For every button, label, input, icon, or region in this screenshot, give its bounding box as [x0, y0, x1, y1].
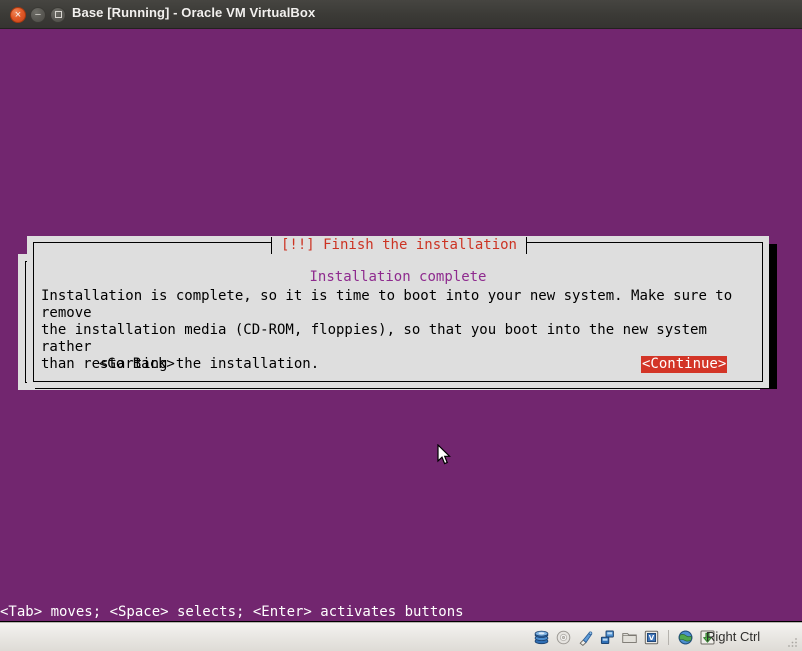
guest-screen[interactable]: [!!] Finish the installation Installatio…	[0, 29, 802, 622]
host-key-label: Right Ctrl	[706, 629, 761, 644]
hard-disk-icon[interactable]	[533, 629, 550, 646]
keyboard-hint-line: <Tab> moves; <Space> selects; <Enter> ac…	[0, 604, 464, 620]
dialog-heading: Installation complete	[309, 269, 487, 285]
display-icon[interactable]: V	[643, 629, 660, 646]
svg-text:V: V	[649, 634, 655, 642]
continue-button[interactable]: <Continue>	[641, 356, 728, 373]
cd-dvd-icon[interactable]	[555, 629, 572, 646]
go-back-button[interactable]: <Go Back>	[99, 356, 175, 373]
maximize-icon	[54, 10, 62, 18]
maximize-button[interactable]	[50, 7, 66, 23]
network-icon[interactable]	[599, 629, 616, 646]
shared-folders-icon[interactable]	[621, 629, 638, 646]
close-button[interactable]: ×	[10, 7, 26, 23]
dialog-title: [!!] Finish the installation	[270, 237, 527, 254]
usb-icon[interactable]	[577, 629, 594, 646]
mouse-cursor-icon	[437, 444, 451, 465]
virtualbox-window: × − Base [Running] - Oracle VM VirtualBo…	[0, 0, 802, 651]
resize-grip[interactable]	[787, 637, 798, 648]
status-icon-group: V	[533, 627, 716, 648]
minimize-button[interactable]: −	[30, 7, 46, 23]
dialog-title-bar: [!!] Finish the installation	[34, 234, 764, 254]
remote-desktop-icon[interactable]	[677, 629, 694, 646]
window-title: Base [Running] - Oracle VM VirtualBox	[72, 5, 316, 20]
window-titlebar: × − Base [Running] - Oracle VM VirtualBo…	[0, 0, 802, 29]
installer-dialog: [!!] Finish the installation Installatio…	[27, 236, 769, 388]
statusbar-separator	[668, 630, 669, 645]
virtualbox-statusbar: V Right Ctrl	[0, 622, 802, 651]
